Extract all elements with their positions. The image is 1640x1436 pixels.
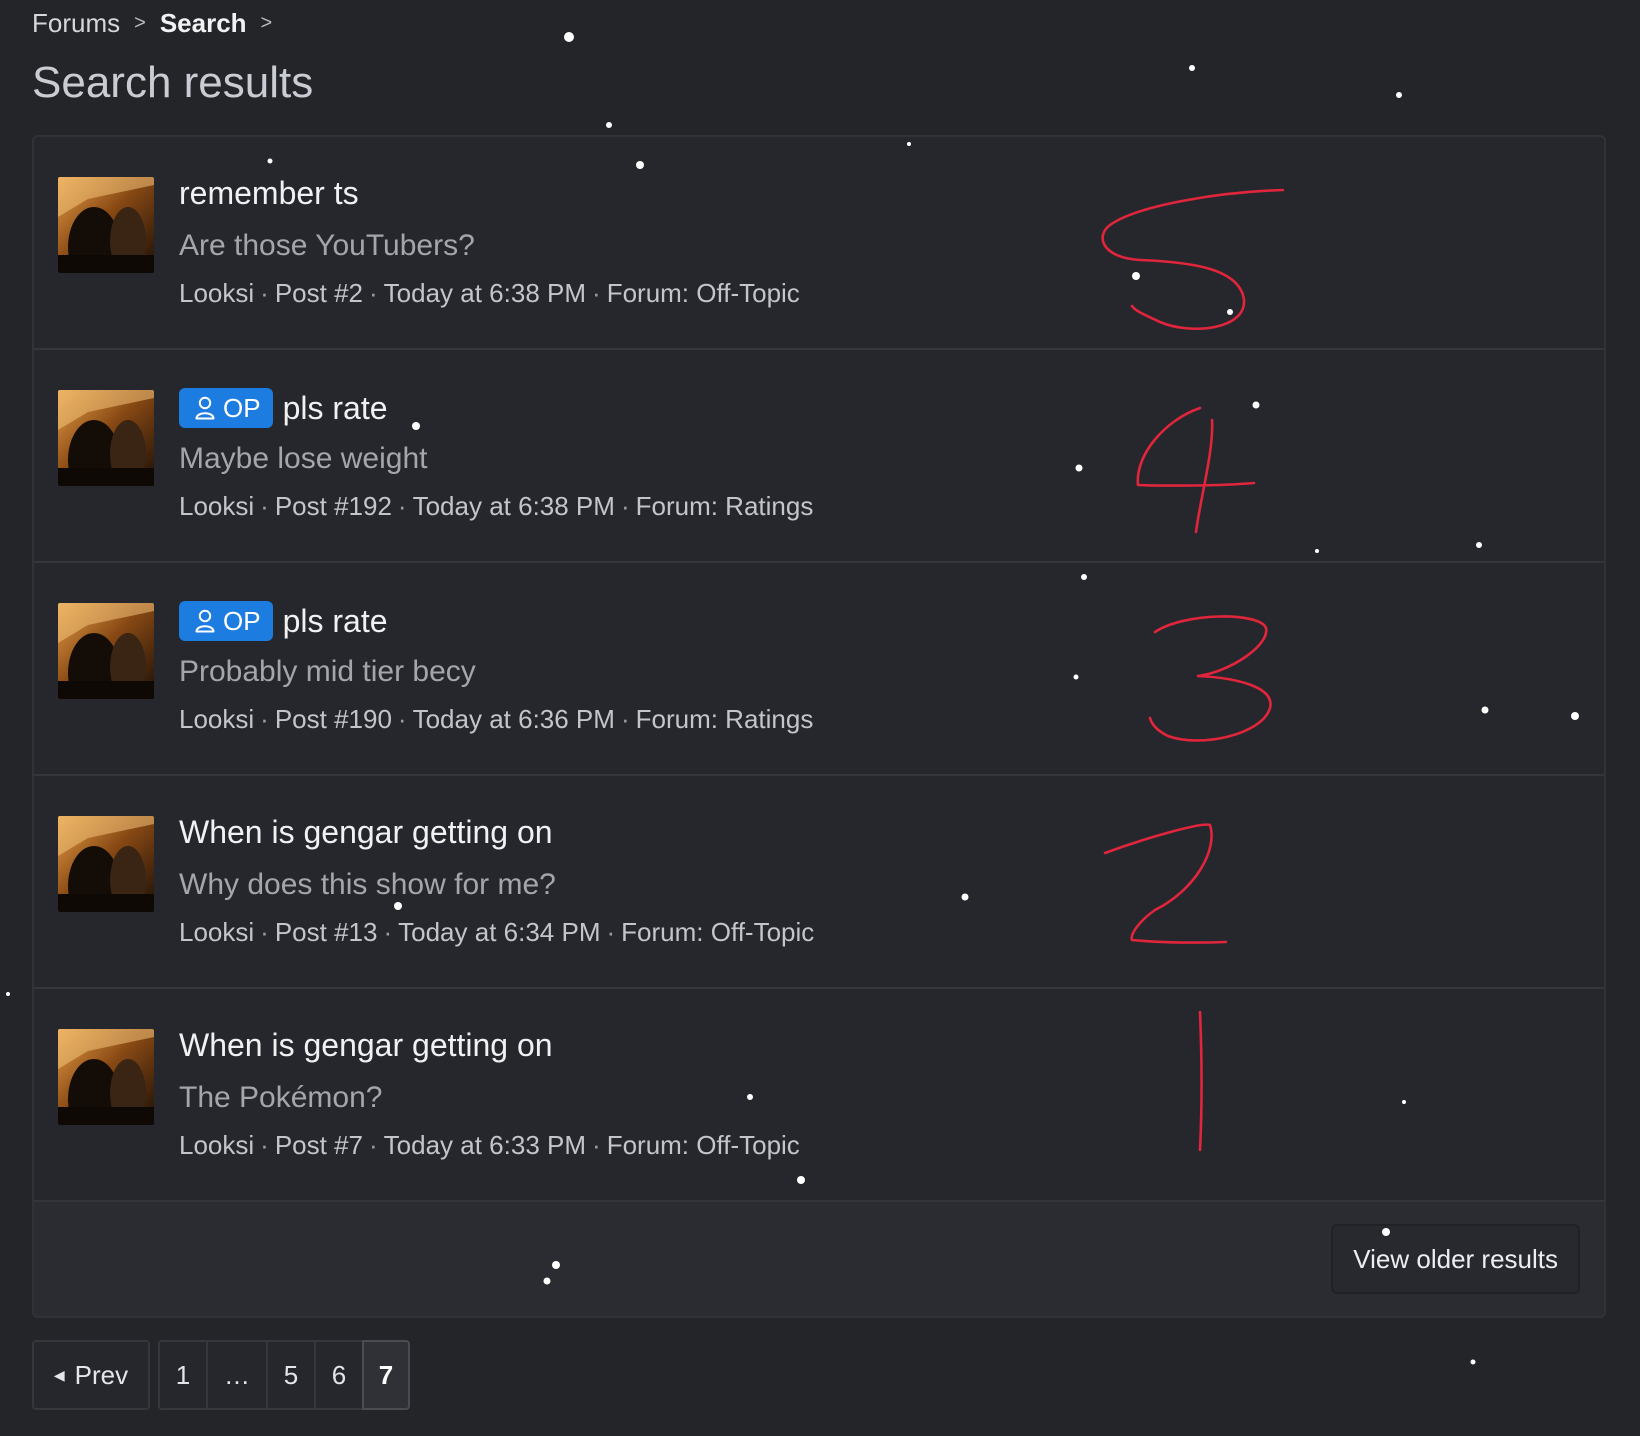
page-1-button[interactable]: 1 <box>158 1340 206 1410</box>
results-footer: View older results <box>34 1202 1604 1316</box>
speck <box>1470 1359 1476 1365</box>
result-time: Today at 6:36 PM <box>412 704 615 734</box>
meta-separator: · <box>606 917 616 947</box>
chevron-right-icon: > <box>260 12 273 34</box>
result-time: Today at 6:33 PM <box>383 1130 587 1160</box>
result-author-link[interactable]: Looksi <box>179 917 254 947</box>
result-title-link[interactable]: OP pls rate <box>179 601 388 641</box>
result-title: When is gengar getting on <box>179 1027 553 1063</box>
search-result-item[interactable]: OP pls rate Probably mid tier becy Looks… <box>34 563 1604 776</box>
result-title: pls rate <box>282 389 388 426</box>
avatar[interactable] <box>58 816 154 912</box>
op-badge-label: OP <box>223 392 261 423</box>
result-snippet: The Pokémon? <box>179 1081 383 1114</box>
avatar[interactable] <box>58 390 154 486</box>
speck <box>564 32 574 42</box>
result-time: Today at 6:34 PM <box>398 917 601 947</box>
result-snippet: Probably mid tier becy <box>179 655 476 688</box>
meta-separator: · <box>592 1130 601 1160</box>
result-post-link[interactable]: Post #13 <box>275 917 378 947</box>
result-post-link[interactable]: Post #2 <box>275 278 363 308</box>
result-title: pls rate <box>282 602 388 639</box>
result-forum-link[interactable]: Forum: Off-Topic <box>607 278 800 308</box>
result-author-link[interactable]: Looksi <box>179 491 254 521</box>
op-badge-label: OP <box>223 605 261 636</box>
result-forum-link[interactable]: Forum: Off-Topic <box>621 917 814 947</box>
meta-separator: · <box>260 917 269 947</box>
result-snippet: Why does this show for me? <box>179 868 556 901</box>
result-title-link[interactable]: When is gengar getting on <box>179 814 553 851</box>
result-time: Today at 6:38 PM <box>412 491 615 521</box>
speck <box>1189 65 1195 71</box>
result-author-link[interactable]: Looksi <box>179 278 254 308</box>
meta-separator: · <box>260 1130 269 1160</box>
result-title: When is gengar getting on <box>179 814 553 850</box>
search-results-list: remember ts Are those YouTubers? Looksi ·… <box>32 135 1606 1318</box>
result-title-link[interactable]: When is gengar getting on <box>179 1027 553 1064</box>
meta-separator: · <box>592 278 601 308</box>
result-title-link[interactable]: OP pls rate <box>179 388 388 428</box>
result-time: Today at 6:38 PM <box>383 278 587 308</box>
result-title-link[interactable]: remember ts <box>179 175 359 212</box>
result-post-link[interactable]: Post #7 <box>275 1130 363 1160</box>
meta-separator: · <box>260 278 269 308</box>
result-author-link[interactable]: Looksi <box>179 1130 254 1160</box>
prev-page-button[interactable]: ◀ Prev <box>32 1340 150 1410</box>
user-icon <box>195 609 215 633</box>
result-post-link[interactable]: Post #190 <box>275 704 392 734</box>
result-meta: Looksi · Post #13 · Today at 6:34 PM · Forum: … <box>179 917 814 948</box>
speck <box>606 122 612 128</box>
avatar[interactable] <box>58 1029 154 1125</box>
result-meta: Looksi · Post #7 · Today at 6:33 PM · Forum: O… <box>179 1130 800 1161</box>
page-6-button[interactable]: 6 <box>314 1340 362 1410</box>
search-result-item[interactable]: When is gengar getting on The Pokémon? L… <box>34 989 1604 1202</box>
caret-left-icon: ◀ <box>53 1366 65 1383</box>
meta-separator: · <box>369 1130 378 1160</box>
pagination: ◀ Prev 1 … 5 6 7 <box>32 1340 410 1410</box>
meta-separator: · <box>260 491 269 521</box>
result-meta: Looksi · Post #192 · Today at 6:38 PM · Forum:… <box>179 491 813 522</box>
page-ellipsis[interactable]: … <box>206 1340 266 1410</box>
meta-separator: · <box>397 491 407 521</box>
chevron-right-icon: > <box>134 12 146 34</box>
breadcrumb: Forums > Search > <box>32 8 286 39</box>
meta-separator: · <box>369 278 378 308</box>
result-meta: Looksi · Post #2 · Today at 6:38 PM · Forum: O… <box>179 278 800 309</box>
page-title: Search results <box>32 58 314 107</box>
meta-separator: · <box>397 704 407 734</box>
avatar[interactable] <box>58 177 154 273</box>
result-snippet: Are those YouTubers? <box>179 229 475 262</box>
result-post-link[interactable]: Post #192 <box>275 491 392 521</box>
result-title: remember ts <box>179 175 359 211</box>
page-5-button[interactable]: 5 <box>266 1340 314 1410</box>
breadcrumb-search-link[interactable]: Search <box>160 8 247 39</box>
speck <box>6 992 10 996</box>
result-meta: Looksi · Post #190 · Today at 6:36 PM · Forum:… <box>179 704 813 735</box>
meta-separator: · <box>620 491 630 521</box>
result-forum-link[interactable]: Forum: Off-Topic <box>607 1130 800 1160</box>
avatar[interactable] <box>58 603 154 699</box>
prev-page-label: Prev <box>74 1359 129 1390</box>
meta-separator: · <box>260 704 269 734</box>
result-author-link[interactable]: Looksi <box>179 704 254 734</box>
op-badge: OP <box>179 601 273 641</box>
speck <box>1396 92 1402 98</box>
search-result-item[interactable]: OP pls rate Maybe lose weight Looksi · Pos… <box>34 350 1604 563</box>
search-result-item[interactable]: remember ts Are those YouTubers? Looksi ·… <box>34 137 1604 350</box>
result-snippet: Maybe lose weight <box>179 442 428 475</box>
meta-separator: · <box>620 704 630 734</box>
user-icon <box>195 396 215 420</box>
search-results-page: Forums > Search > Search results remembe… <box>0 0 1640 1436</box>
breadcrumb-forums-link[interactable]: Forums <box>32 8 120 39</box>
meta-separator: · <box>383 917 393 947</box>
result-forum-link[interactable]: Forum: Ratings <box>636 491 814 521</box>
page-number-group: 1 … 5 6 7 <box>158 1340 410 1410</box>
op-badge: OP <box>179 388 273 428</box>
page-7-current[interactable]: 7 <box>362 1340 410 1410</box>
search-result-item[interactable]: When is gengar getting on Why does this … <box>34 776 1604 989</box>
view-older-results-button[interactable]: View older results <box>1331 1224 1580 1294</box>
result-forum-link[interactable]: Forum: Ratings <box>636 704 814 734</box>
